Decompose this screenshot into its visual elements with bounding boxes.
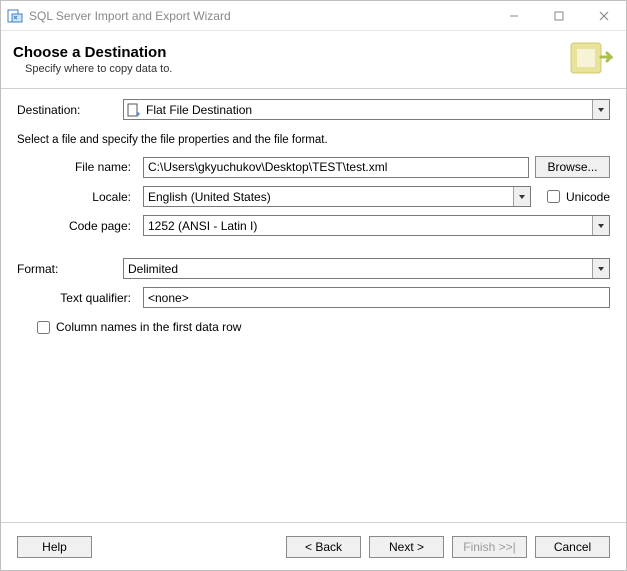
wizard-graphic-icon <box>562 36 614 84</box>
locale-label: Locale: <box>17 190 137 204</box>
file-name-label: File name: <box>17 160 137 174</box>
code-page-value: 1252 (ANSI - Latin I) <box>144 219 592 233</box>
text-qualifier-label: Text qualifier: <box>17 291 137 305</box>
destination-label: Destination: <box>17 103 117 117</box>
wizard-window: SQL Server Import and Export Wizard Choo… <box>0 0 627 571</box>
locale-value: English (United States) <box>144 190 513 204</box>
page-subtitle: Specify where to copy data to. <box>13 63 562 75</box>
window-buttons <box>491 1 626 30</box>
banner: Choose a Destination Specify where to co… <box>1 31 626 89</box>
back-button[interactable]: < Back <box>286 536 361 558</box>
window-title: SQL Server Import and Export Wizard <box>29 9 491 23</box>
column-names-label: Column names in the first data row <box>56 320 241 334</box>
locale-select[interactable]: English (United States) <box>143 186 531 207</box>
destination-select[interactable]: Flat File Destination <box>123 99 610 120</box>
browse-button[interactable]: Browse... <box>535 156 610 178</box>
minimize-button[interactable] <box>491 1 536 30</box>
instruction-text: Select a file and specify the file prope… <box>17 134 610 146</box>
unicode-label: Unicode <box>566 190 610 204</box>
code-page-label: Code page: <box>17 219 137 233</box>
footer: Help < Back Next > Finish >>| Cancel <box>1 522 626 570</box>
close-button[interactable] <box>581 1 626 30</box>
cancel-button[interactable]: Cancel <box>535 536 610 558</box>
chevron-down-icon <box>592 259 609 278</box>
destination-value: Flat File Destination <box>146 103 592 117</box>
maximize-button[interactable] <box>536 1 581 30</box>
code-page-select[interactable]: 1252 (ANSI - Latin I) <box>143 215 610 236</box>
format-value: Delimited <box>124 262 592 276</box>
help-button[interactable]: Help <box>17 536 92 558</box>
column-names-checkbox[interactable] <box>37 321 50 334</box>
text-qualifier-input[interactable] <box>143 287 610 308</box>
next-button[interactable]: Next > <box>369 536 444 558</box>
file-name-input[interactable] <box>143 157 529 178</box>
content-area: Destination: Flat File Destination Selec… <box>1 89 626 522</box>
app-icon <box>7 8 23 24</box>
unicode-checkbox[interactable] <box>547 190 560 203</box>
format-label: Format: <box>17 262 117 276</box>
titlebar: SQL Server Import and Export Wizard <box>1 1 626 31</box>
chevron-down-icon <box>592 216 609 235</box>
column-names-checkbox-wrap[interactable]: Column names in the first data row <box>37 320 241 334</box>
finish-button[interactable]: Finish >>| <box>452 536 527 558</box>
flat-file-icon <box>126 102 142 118</box>
page-title: Choose a Destination <box>13 44 562 61</box>
format-select[interactable]: Delimited <box>123 258 610 279</box>
chevron-down-icon <box>592 100 609 119</box>
unicode-checkbox-wrap[interactable]: Unicode <box>547 190 610 204</box>
chevron-down-icon <box>513 187 530 206</box>
